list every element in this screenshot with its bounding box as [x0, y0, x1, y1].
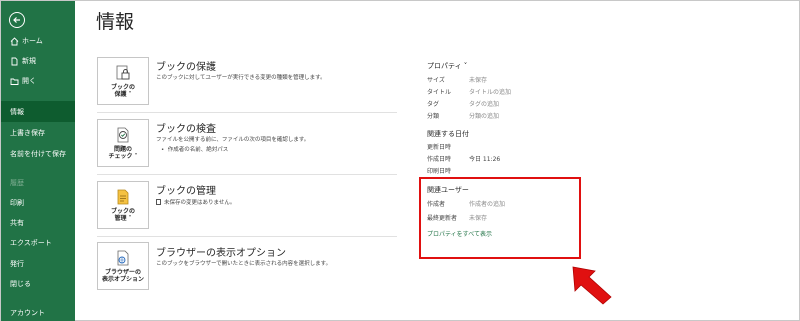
- protect-workbook-label-1: ブックの: [110, 84, 135, 91]
- arrow-left-icon: [13, 17, 20, 23]
- nav-publish[interactable]: 発行: [1, 254, 75, 274]
- prop-title-field[interactable]: タイトルの追加: [469, 87, 511, 96]
- nav-save[interactable]: 上書き保存: [1, 123, 75, 143]
- section-desc-browser: このブックをブラウザーで開いたときに表示される内容を選択します。: [156, 261, 332, 267]
- section-bullet-inspect-text: 作成者の名前、絶対パス: [167, 147, 229, 153]
- back-button[interactable]: [9, 12, 25, 28]
- nav-share[interactable]: 共有: [1, 213, 75, 233]
- date-created-value: 今日 11:26: [469, 156, 501, 163]
- divider: [97, 236, 397, 237]
- open-folder-icon: [10, 77, 19, 86]
- divider: [97, 174, 397, 175]
- browser-view-label-2: 表示オプション: [101, 276, 144, 283]
- related-dates-heading: 関連する日付: [427, 130, 469, 138]
- properties-dropdown[interactable]: プロパティ ˅: [427, 61, 467, 71]
- prop-size-value: 未保存: [469, 77, 488, 84]
- nav-history-label: 履歴: [10, 179, 24, 187]
- nav-print[interactable]: 印刷: [1, 193, 75, 213]
- browser-view-label-1: ブラウザーの: [104, 269, 141, 276]
- manage-workbook-label-1: ブックの: [110, 208, 135, 215]
- prop-title-label: タイトル: [427, 89, 452, 96]
- section-title-inspect: ブックの検査: [156, 124, 216, 135]
- nav-new[interactable]: 新規: [1, 51, 75, 71]
- section-bullet-inspect: • 作成者の名前、絶対パス: [161, 145, 228, 153]
- nav-home-label: ホーム: [22, 37, 43, 45]
- section-desc-inspect: ファイルを公開する前に、ファイルの次の項目を確認します。: [156, 137, 310, 143]
- manage-workbook-label-2: 管理 ˅: [114, 215, 132, 222]
- prop-tags-field[interactable]: タグの追加: [469, 99, 499, 108]
- inspect-icon: [117, 127, 129, 143]
- nav-history: 履歴: [1, 173, 75, 193]
- browser-view-icon: [117, 250, 129, 266]
- highlight-box: [419, 177, 581, 259]
- nav-publish-label: 発行: [10, 260, 24, 268]
- nav-new-label: 新規: [22, 57, 36, 65]
- nav-open-label: 開く: [22, 77, 36, 85]
- date-printed-label: 印刷日時: [427, 168, 452, 175]
- prop-category-label: 分類: [427, 113, 440, 120]
- nav-save-as-label: 名前を付けて保存: [10, 150, 66, 158]
- nav-info[interactable]: 情報: [1, 101, 75, 122]
- divider: [97, 112, 397, 113]
- prop-category-field[interactable]: 分類の追加: [469, 111, 499, 120]
- nav-info-label: 情報: [10, 107, 24, 116]
- date-created-label: 作成日時: [427, 156, 452, 163]
- page-title: 情報: [96, 11, 135, 33]
- check-issues-button[interactable]: 問題の チェック ˅: [97, 119, 149, 167]
- nav-account-label: アカウント: [10, 309, 45, 317]
- manage-workbook-button[interactable]: ブックの 管理 ˅: [97, 181, 149, 229]
- section-desc-protect: このブックに対してユーザーが実行できる変更の種類を管理します。: [156, 75, 326, 81]
- protect-workbook-button[interactable]: ブックの 保護 ˅: [97, 57, 149, 105]
- prop-tags-label: タグ: [427, 101, 440, 108]
- lock-icon: [116, 65, 130, 80]
- nav-home[interactable]: ホーム: [1, 31, 75, 51]
- bullet-dot: •: [161, 147, 168, 153]
- date-modified-label: 更新日時: [427, 144, 452, 151]
- section-desc-manage-wrap: 未保存の変更はありません。: [156, 198, 235, 206]
- manage-workbook-icon: [117, 189, 129, 205]
- section-title-browser: ブラウザーの表示オプション: [156, 248, 286, 259]
- nav-save-as[interactable]: 名前を付けて保存: [1, 144, 75, 164]
- check-issues-label-1: 問題の: [113, 146, 132, 153]
- section-desc-manage: 未保存の変更はありません。: [164, 200, 236, 206]
- prop-size-label: サイズ: [427, 77, 445, 84]
- section-title-protect: ブックの保護: [156, 62, 216, 73]
- nav-save-label: 上書き保存: [10, 129, 45, 137]
- section-title-manage: ブックの管理: [156, 186, 216, 197]
- protect-workbook-label-2: 保護 ˅: [114, 91, 132, 98]
- nav-close[interactable]: 閉じる: [1, 274, 75, 294]
- backstage-sidebar: ホーム 新規 開く 情報 上書き保存 名前を付けて保存 履歴 印刷 共有 エクス…: [1, 1, 75, 321]
- nav-print-label: 印刷: [10, 199, 24, 207]
- new-file-icon: [10, 57, 19, 66]
- document-icon: [156, 199, 161, 205]
- nav-open[interactable]: 開く: [1, 71, 75, 91]
- nav-account[interactable]: アカウント: [1, 303, 75, 321]
- nav-share-label: 共有: [10, 219, 24, 227]
- nav-close-label: 閉じる: [10, 280, 31, 288]
- browser-view-options-button[interactable]: ブラウザーの 表示オプション: [97, 242, 149, 290]
- annotation-arrow-icon: [572, 266, 612, 305]
- nav-export[interactable]: エクスポート: [1, 233, 75, 253]
- check-issues-label-2: チェック ˅: [108, 153, 138, 160]
- nav-export-label: エクスポート: [10, 239, 52, 247]
- home-icon: [10, 36, 19, 46]
